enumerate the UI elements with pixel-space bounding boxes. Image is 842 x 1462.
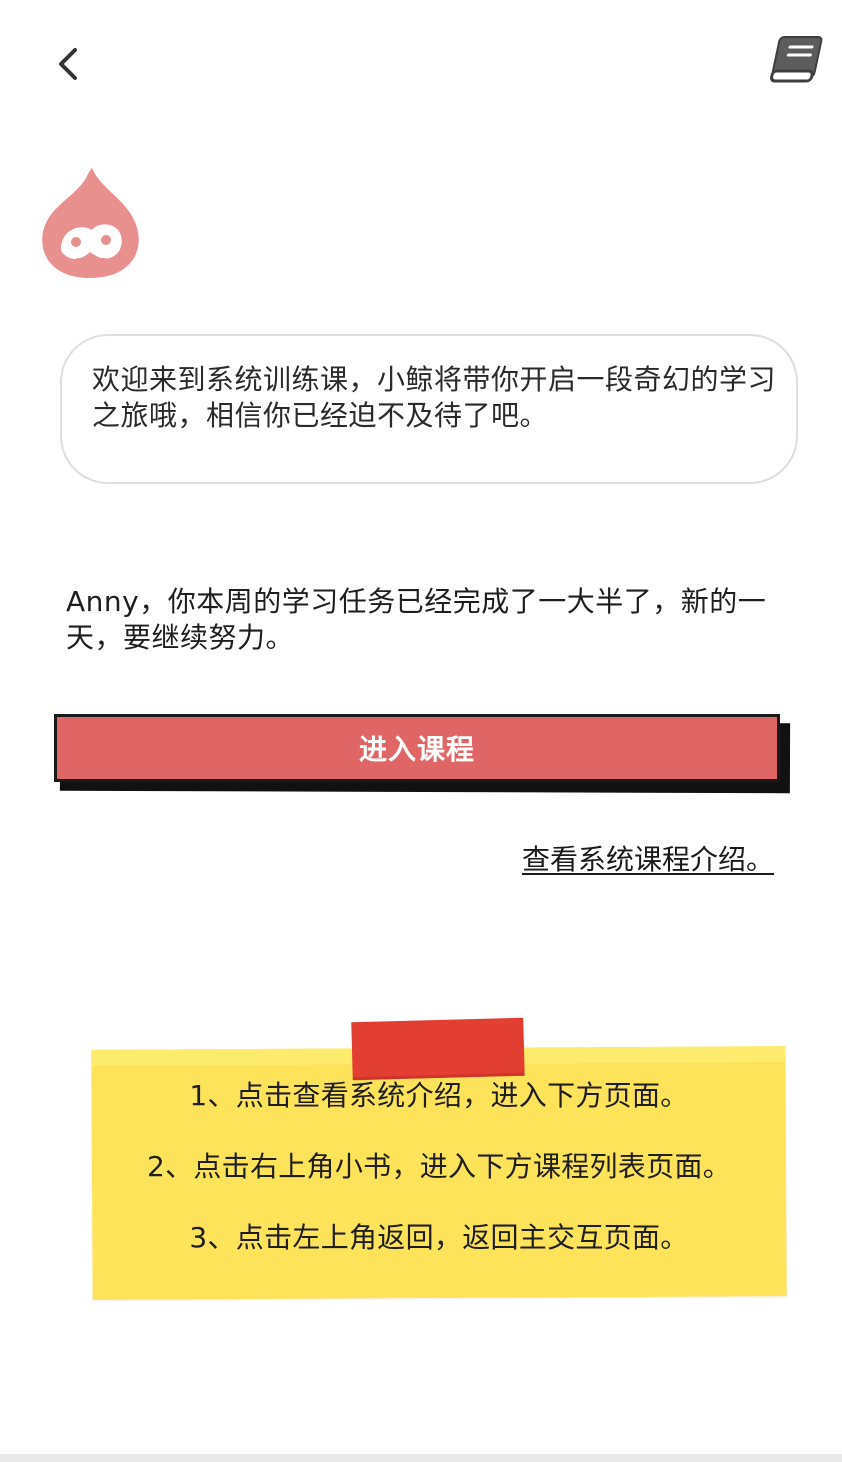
enter-course-button[interactable]: 进入课程 — [54, 714, 780, 782]
note-tape — [351, 1017, 525, 1081]
welcome-text: 欢迎来到系统训练课，小鲸将带你开启一段奇幻的学习之旅哦，相信你已经迫不及待了吧。 — [92, 363, 777, 432]
instruction-item-3: 3、点击左上角返回，返回主交互页面。 — [189, 1221, 689, 1254]
instruction-item-2: 2、点击右上角小书，进入下方课程列表页面。 — [146, 1150, 732, 1183]
chevron-left-icon — [59, 48, 77, 80]
drop-mascot-icon — [42, 168, 139, 278]
mascot-avatar — [38, 164, 144, 280]
bottom-bar — [0, 1454, 842, 1462]
page: 欢迎来到系统训练课，小鲸将带你开启一段奇幻的学习之旅哦，相信你已经迫不及待了吧。… — [0, 0, 842, 1462]
back-button[interactable] — [44, 38, 92, 90]
instruction-item-1: 1、点击查看系统介绍，进入下方页面。 — [189, 1079, 689, 1112]
course-intro-link[interactable]: 查看系统课程介绍。 — [522, 842, 788, 878]
book-icon — [770, 36, 823, 83]
course-list-button[interactable] — [762, 30, 828, 92]
instruction-list: 1、点击查看系统介绍，进入下方页面。 2、点击右上角小书，进入下方课程列表页面。… — [92, 1078, 786, 1291]
progress-message: Anny，你本周的学习任务已经完成了一大半了，新的一天，要继续努力。 — [66, 585, 767, 654]
enter-course-button-wrapper: 进入课程 — [52, 712, 792, 794]
welcome-bubble: 欢迎来到系统训练课，小鲸将带你开启一段奇幻的学习之旅哦，相信你已经迫不及待了吧。 — [60, 334, 798, 484]
